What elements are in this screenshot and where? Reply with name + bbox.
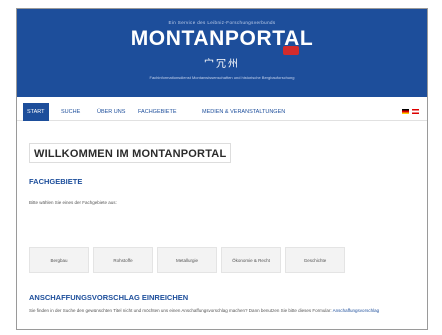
anschaffung-description: Sie finden in der Suche den gewünschten … [29,308,332,313]
main-content: WILLKOMMEN IM MONTANPORTAL Fachgebiete B… [29,143,409,313]
language-switcher [402,109,419,114]
banner-subtitle: 宀冗州 [204,59,240,70]
site-banner: Ein Service des Leibniz-Forschungsverbun… [17,9,427,97]
main-nav: Start Suche Über uns Fachgebiete Medien … [17,103,427,121]
nav-item-suche[interactable]: Suche [61,103,80,121]
anschaffung-heading: Anschaffungsvorschlag einreichen [29,293,189,302]
banner-foot-text: Fachinformationsdienst Montanwissenschaf… [149,75,295,80]
category-geschichte-button[interactable]: Geschichte [285,247,345,273]
nav-item-start[interactable]: Start [23,103,49,121]
category-oekonomie-recht-button[interactable]: Ökonomie & Recht [221,247,281,273]
site-logo-title[interactable]: MONTANPORTAL [17,27,427,51]
category-buttons: Bergbau Rohstoffe Metallurgie Ökonomie &… [29,247,409,273]
logo-badge [283,46,299,55]
flag-at-icon[interactable] [412,109,419,114]
fachgebiete-intro: Bitte wählen Sie eines der Fachgebiete a… [29,200,117,205]
fachgebiete-heading: Fachgebiete [29,177,83,186]
nav-item-fachgebiete[interactable]: Fachgebiete [138,103,177,121]
flag-de-icon[interactable] [402,109,409,114]
banner-tagline: Ein Service des Leibniz-Forschungsverbun… [168,20,276,25]
nav-item-medien-veranstaltungen[interactable]: Medien & Veranstaltungen [202,103,285,121]
nav-item-ueber-uns[interactable]: Über uns [97,103,125,121]
category-metallurgie-button[interactable]: Metallurgie [157,247,217,273]
category-bergbau-button[interactable]: Bergbau [29,247,89,273]
anschaffung-link[interactable]: Anschaffungsvorschlag [333,308,379,313]
category-rohstoffe-button[interactable]: Rohstoffe [93,247,153,273]
anschaffung-text: Sie finden in der Suche den gewünschten … [29,307,419,314]
page-title: WILLKOMMEN IM MONTANPORTAL [29,143,232,163]
browser-frame: Ein Service des Leibniz-Forschungsverbun… [16,8,428,330]
